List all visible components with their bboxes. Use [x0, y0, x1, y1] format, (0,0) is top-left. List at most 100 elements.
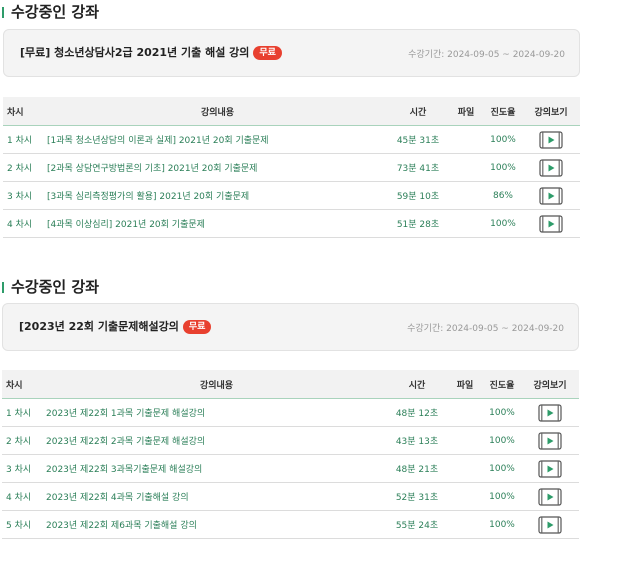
- row-time: 59분 10초: [388, 181, 448, 210]
- course-header-box: [무료] 청소년상담사2급 2021년 기출 해설 강의 무료 수강기간: 202…: [3, 29, 580, 77]
- free-badge: 무료: [253, 46, 282, 60]
- table-row: 3 차시 2023년 제22회 3과목기출문제 해설강의 48분 21초 100…: [2, 454, 579, 483]
- video-play-icon[interactable]: [539, 186, 563, 205]
- row-progress: 100%: [484, 209, 522, 238]
- course-name: [2023년 22회 기출문제해설강의 무료: [19, 318, 212, 334]
- row-no: 2 차시: [2, 426, 46, 455]
- header-no: 차시: [2, 370, 46, 399]
- row-progress: 86%: [484, 181, 522, 210]
- lecture-table: 차시 강의내용 시간 파일 진도율 강의보기 1 차시 2023년 제22회 1…: [2, 370, 579, 539]
- section-title: 수강중인 강좌: [2, 277, 99, 297]
- row-no: 2 차시: [3, 153, 47, 182]
- row-no: 3 차시: [2, 454, 46, 483]
- row-view-cell: [522, 209, 580, 238]
- row-time: 43분 13초: [387, 426, 447, 455]
- row-no: 4 차시: [3, 209, 47, 238]
- row-title[interactable]: 2023년 제22회 4과목 기출해설 강의: [46, 482, 387, 511]
- row-view-cell: [522, 153, 580, 182]
- header-file: 파일: [448, 97, 484, 126]
- row-file: [447, 426, 483, 455]
- row-title[interactable]: 2023년 제22회 3과목기출문제 해설강의: [46, 454, 387, 483]
- course-name: [무료] 청소년상담사2급 2021년 기출 해설 강의 무료: [20, 44, 282, 60]
- row-title[interactable]: 2023년 제22회 2과목 기출문제 해설강의: [46, 426, 387, 455]
- row-file: [448, 209, 484, 238]
- row-progress: 100%: [483, 510, 521, 539]
- row-file: [447, 482, 483, 511]
- video-play-icon[interactable]: [538, 431, 562, 450]
- course-period: 수강기간: 2024-09-05 ~ 2024-09-20: [407, 324, 564, 334]
- video-play-icon[interactable]: [539, 130, 563, 149]
- course-name-text: [무료] 청소년상담사2급 2021년 기출 해설 강의: [20, 46, 250, 59]
- row-file: [448, 181, 484, 210]
- row-view-cell: [521, 426, 579, 455]
- row-view-cell: [521, 398, 579, 427]
- video-play-icon[interactable]: [538, 403, 562, 422]
- course-name-text: [2023년 22회 기출문제해설강의: [19, 320, 179, 333]
- table-row: 2 차시 2023년 제22회 2과목 기출문제 해설강의 43분 13초 10…: [2, 426, 579, 455]
- table-row: 2 차시 [2과목 상담연구방법론의 기초] 2021년 20회 기출문제 73…: [3, 153, 580, 182]
- video-play-icon[interactable]: [538, 459, 562, 478]
- row-title[interactable]: [3과목 심리측정평가의 활용] 2021년 20회 기출문제: [47, 181, 388, 210]
- row-time: 45분 31초: [388, 125, 448, 154]
- video-play-icon[interactable]: [539, 214, 563, 233]
- header-no: 차시: [3, 97, 47, 126]
- section-title: 수강중인 강좌: [2, 2, 99, 22]
- course-header-box: [2023년 22회 기출문제해설강의 무료 수강기간: 2024-09-05 ~…: [2, 303, 579, 351]
- table-row: 5 차시 2023년 제22회 제6과목 기출해설 강의 55분 24초 100…: [2, 510, 579, 539]
- table-row: 3 차시 [3과목 심리측정평가의 활용] 2021년 20회 기출문제 59분…: [3, 181, 580, 210]
- header-time: 시간: [387, 370, 447, 399]
- header-file: 파일: [447, 370, 483, 399]
- row-progress: 100%: [483, 398, 521, 427]
- row-file: [447, 398, 483, 427]
- row-progress: 100%: [484, 125, 522, 154]
- row-title[interactable]: 2023년 제22회 제6과목 기출해설 강의: [46, 510, 387, 539]
- row-title[interactable]: [1과목 청소년상담의 이론과 실제] 2021년 20회 기출문제: [47, 125, 388, 154]
- row-progress: 100%: [484, 153, 522, 182]
- header-progress: 진도율: [483, 370, 521, 399]
- row-file: [447, 510, 483, 539]
- row-view-cell: [521, 454, 579, 483]
- row-no: 3 차시: [3, 181, 47, 210]
- row-progress: 100%: [483, 454, 521, 483]
- row-no: 1 차시: [2, 398, 46, 427]
- header-title: 강의내용: [47, 97, 388, 126]
- row-file: [448, 153, 484, 182]
- row-title[interactable]: 2023년 제22회 1과목 기출문제 해설강의: [46, 398, 387, 427]
- free-badge: 무료: [182, 320, 212, 334]
- row-time: 73분 41초: [388, 153, 448, 182]
- row-file: [447, 454, 483, 483]
- table-row: 4 차시 2023년 제22회 4과목 기출해설 강의 52분 31초 100%: [2, 482, 579, 511]
- video-play-icon[interactable]: [539, 158, 563, 177]
- table-header-row: 차시 강의내용 시간 파일 진도율 강의보기: [2, 370, 579, 399]
- lecture-table: 차시 강의내용 시간 파일 진도율 강의보기 1 차시 [1과목 청소년상담의 …: [3, 97, 580, 238]
- course-period: 수강기간: 2024-09-05 ~ 2024-09-20: [408, 50, 565, 60]
- row-view-cell: [521, 510, 579, 539]
- row-no: 1 차시: [3, 125, 47, 154]
- row-no: 4 차시: [2, 482, 46, 511]
- video-play-icon[interactable]: [538, 487, 562, 506]
- row-time: 48분 12초: [387, 398, 447, 427]
- row-time: 51분 28초: [388, 209, 448, 238]
- row-time: 52분 31초: [387, 482, 447, 511]
- row-progress: 100%: [483, 482, 521, 511]
- row-file: [448, 125, 484, 154]
- row-title[interactable]: [2과목 상담연구방법론의 기초] 2021년 20회 기출문제: [47, 153, 388, 182]
- video-play-icon[interactable]: [538, 515, 562, 534]
- row-time: 55분 24초: [387, 510, 447, 539]
- table-row: 1 차시 2023년 제22회 1과목 기출문제 해설강의 48분 12초 10…: [2, 398, 579, 427]
- header-title: 강의내용: [46, 370, 387, 399]
- row-title[interactable]: [4과목 이상심리] 2021년 20회 기출문제: [47, 209, 388, 238]
- row-time: 48분 21초: [387, 454, 447, 483]
- header-view: 강의보기: [521, 370, 579, 399]
- header-progress: 진도율: [484, 97, 522, 126]
- table-row: 1 차시 [1과목 청소년상담의 이론과 실제] 2021년 20회 기출문제 …: [3, 125, 580, 154]
- row-no: 5 차시: [2, 510, 46, 539]
- row-view-cell: [522, 181, 580, 210]
- header-time: 시간: [388, 97, 448, 126]
- table-header-row: 차시 강의내용 시간 파일 진도율 강의보기: [3, 97, 580, 126]
- row-view-cell: [522, 125, 580, 154]
- row-view-cell: [521, 482, 579, 511]
- header-view: 강의보기: [522, 97, 580, 126]
- row-progress: 100%: [483, 426, 521, 455]
- table-row: 4 차시 [4과목 이상심리] 2021년 20회 기출문제 51분 28초 1…: [3, 209, 580, 238]
